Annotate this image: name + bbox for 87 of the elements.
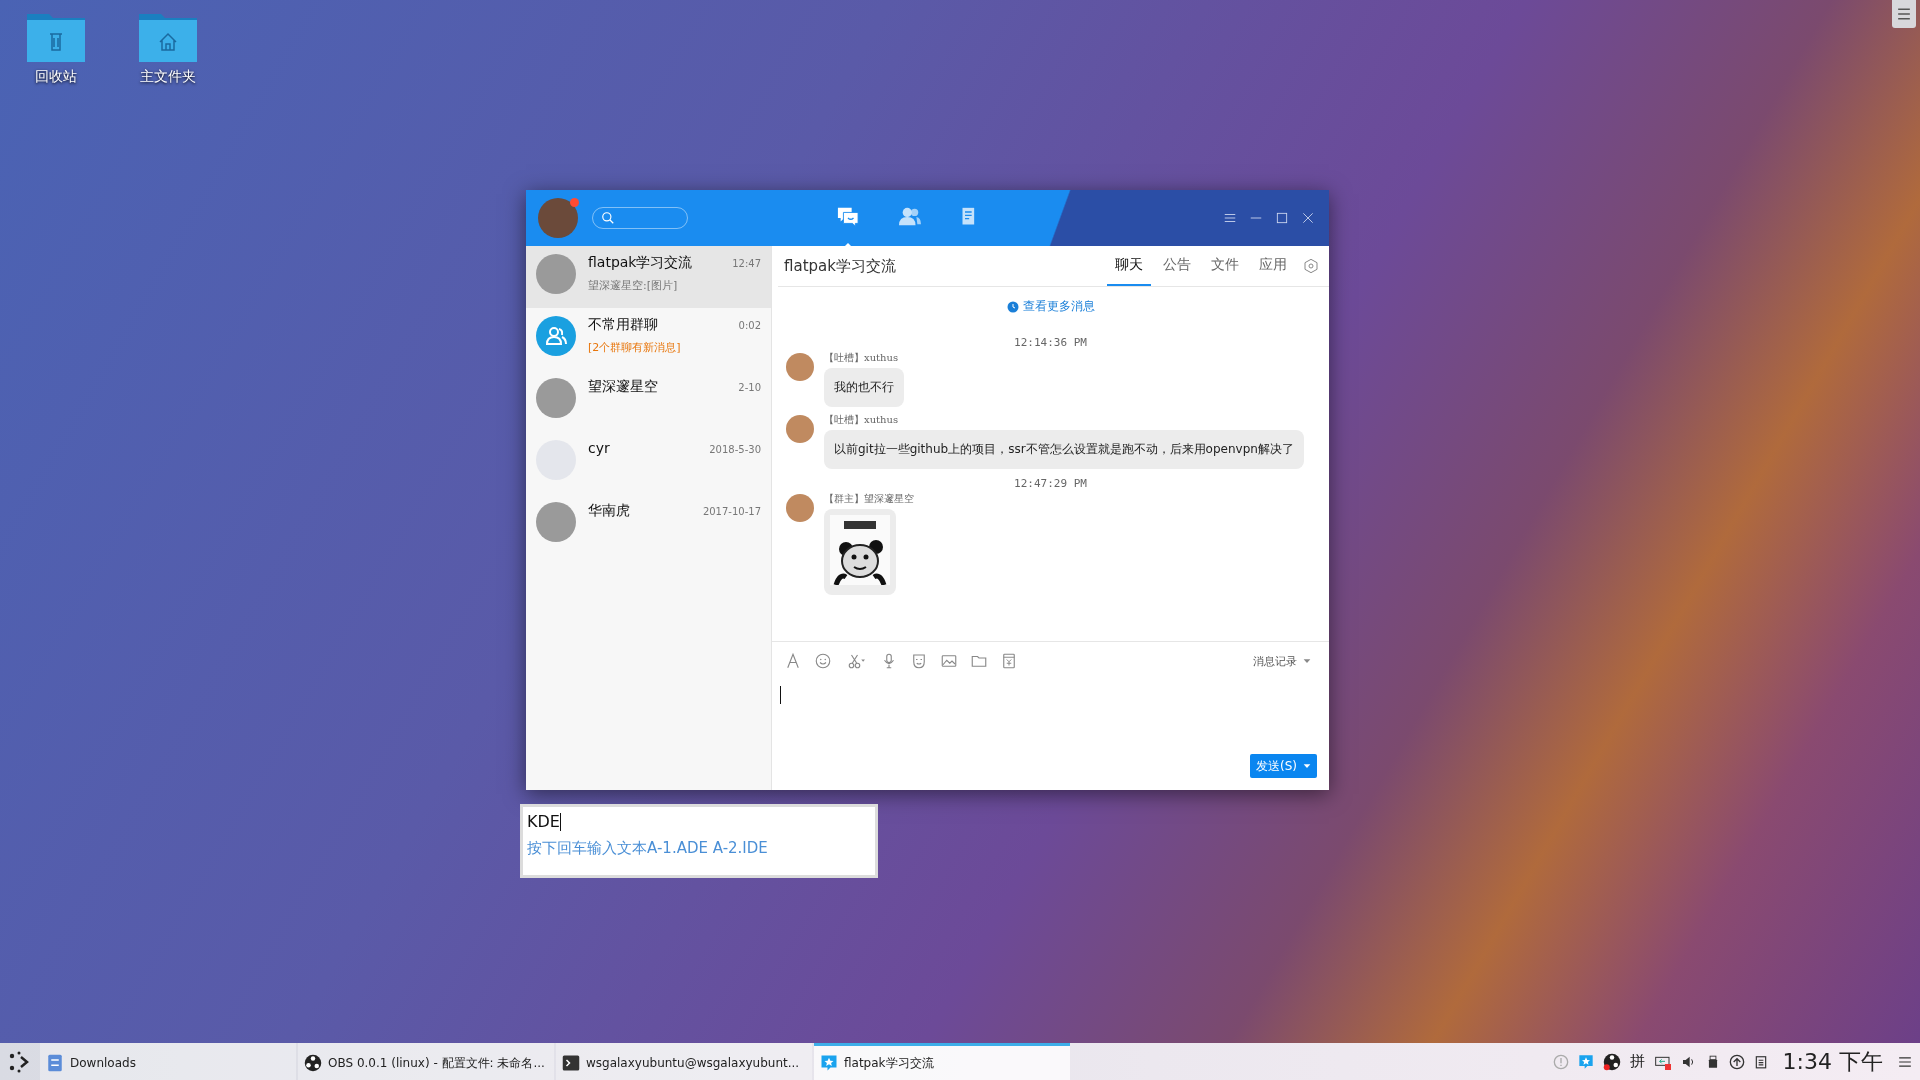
chat-tab[interactable]: 文件 bbox=[1203, 246, 1247, 286]
conversation-time: 2018-5-30 bbox=[709, 444, 761, 455]
avatar-placeholder bbox=[786, 353, 814, 381]
file-cabinet-icon bbox=[46, 1054, 64, 1072]
message-bubble: 我的也不行 bbox=[824, 368, 904, 407]
chat-bubble-icon bbox=[836, 205, 860, 228]
group-avatar-icon bbox=[536, 316, 576, 356]
conversation-item[interactable]: 不常用群聊 0:02 [2个群聊有新消息] bbox=[526, 308, 771, 370]
conversation-preview: [2个群聊有新消息] bbox=[588, 340, 682, 355]
input-method-indicator[interactable]: 拼 bbox=[1629, 1052, 1645, 1071]
emoji-icon bbox=[814, 652, 832, 670]
photo-placeholder bbox=[536, 502, 576, 542]
chat-tab[interactable]: 聊天 bbox=[1107, 246, 1151, 286]
conversation-item[interactable]: 望深邃星空 2-10 bbox=[526, 370, 771, 432]
menu-icon bbox=[1223, 211, 1237, 225]
conversation-name: 望深邃星空 bbox=[588, 378, 658, 396]
trash-folder-icon[interactable] bbox=[27, 12, 85, 62]
taskbar-task[interactable]: flatpak学习交流 bbox=[814, 1043, 1070, 1080]
desktop-icon-label[interactable]: 回收站 bbox=[35, 68, 77, 86]
envelope-icon bbox=[1000, 652, 1018, 670]
taskbar-task[interactable]: Downloads bbox=[40, 1043, 296, 1080]
photo-placeholder bbox=[536, 378, 576, 418]
conversation-name: cyr bbox=[588, 440, 610, 456]
star-bubble-icon[interactable] bbox=[1577, 1053, 1594, 1070]
obs-icon[interactable] bbox=[1602, 1052, 1621, 1071]
update-icon[interactable] bbox=[1728, 1053, 1745, 1070]
clock-icon bbox=[1006, 300, 1019, 313]
star-bubble-icon bbox=[820, 1054, 838, 1072]
menu-icon bbox=[1897, 7, 1911, 21]
emoji-button[interactable] bbox=[814, 652, 832, 670]
message-bubble: 以前git拉一些github上的项目，ssr不管怎么设置就是跑不动，后来用openvpn解决了 bbox=[824, 430, 1304, 469]
taskbar-task[interactable]: wsgalaxyubuntu@wsgalaxyubunt... bbox=[556, 1043, 812, 1080]
message-timestamp: 12:14:36 PM bbox=[1014, 336, 1087, 349]
font-button[interactable] bbox=[784, 652, 802, 670]
caret-icon bbox=[1303, 657, 1311, 665]
avatar-placeholder bbox=[786, 415, 814, 443]
font-icon bbox=[784, 652, 802, 670]
chat-tab[interactable]: 应用 bbox=[1251, 246, 1295, 286]
conversation-item[interactable]: 华南虎 2017-10-17 bbox=[526, 494, 771, 556]
conversation-name: 不常用群聊 bbox=[588, 316, 658, 334]
notification-icon[interactable] bbox=[1552, 1053, 1569, 1070]
envelope-button[interactable] bbox=[1000, 652, 1018, 670]
contacts-icon bbox=[898, 205, 922, 228]
sender-name: 【吐槽】xuthus bbox=[824, 413, 899, 427]
terminal-icon bbox=[562, 1054, 580, 1072]
conversation-time: 2017-10-17 bbox=[702, 506, 761, 517]
sender-name: 【群主】望深邃星空 bbox=[824, 492, 914, 506]
home-folder-icon[interactable] bbox=[139, 12, 197, 62]
photo-placeholder bbox=[536, 254, 576, 294]
conversation-time: 2-10 bbox=[738, 382, 761, 393]
conversation-time: 0:02 bbox=[738, 320, 761, 331]
image-button[interactable] bbox=[940, 652, 958, 670]
avatar-placeholder bbox=[786, 494, 814, 522]
obs-icon bbox=[304, 1054, 322, 1072]
chat-title: flatpak学习交流 bbox=[784, 256, 896, 276]
clock[interactable]: 1:34 下午 bbox=[1782, 1046, 1883, 1077]
search-icon bbox=[601, 211, 615, 225]
message-history-button[interactable]: 消息记录 bbox=[1247, 652, 1317, 670]
text-cursor bbox=[780, 686, 781, 704]
more-messages-link[interactable]: 查看更多消息 bbox=[1000, 297, 1101, 316]
maximize-icon bbox=[1275, 211, 1289, 225]
clipboard-icon[interactable] bbox=[1753, 1053, 1768, 1070]
conversation-name: 华南虎 bbox=[588, 502, 630, 520]
menu-icon[interactable] bbox=[1898, 1054, 1912, 1069]
sender-name: 【吐槽】xuthus bbox=[824, 351, 899, 365]
conversation-name: flatpak学习交流 bbox=[588, 254, 693, 272]
chat-tab[interactable]: 公告 bbox=[1155, 246, 1199, 286]
candidate-hint: 按下回车输入文本A-1.ADE A-2.IDE bbox=[527, 839, 769, 858]
conversation-preview: 望深邃星空:[图片] bbox=[588, 278, 679, 293]
conversation-item[interactable]: flatpak学习交流 12:47 望深邃星空:[图片] bbox=[526, 246, 771, 308]
mask-button[interactable] bbox=[910, 652, 928, 670]
conversation-time: 12:47 bbox=[732, 258, 761, 269]
send-button[interactable]: 发送(S) bbox=[1250, 754, 1317, 778]
taskbar-task[interactable]: OBS 0.0.1 (linux) - 配置文件: 未命名... bbox=[298, 1043, 554, 1080]
launcher-icon bbox=[7, 1049, 31, 1074]
preedit-text: KDE bbox=[527, 813, 561, 831]
conversation-item[interactable]: cyr 2018-5-30 bbox=[526, 432, 771, 494]
mask-icon bbox=[910, 652, 928, 670]
caret-icon bbox=[1303, 762, 1311, 770]
settings-icon bbox=[1303, 258, 1319, 274]
desktop-icon-label[interactable]: 主文件夹 bbox=[140, 68, 196, 86]
desktop-toolbox-button[interactable] bbox=[1892, 0, 1916, 28]
message-timestamp: 12:47:29 PM bbox=[1014, 477, 1087, 490]
profile-photo-placeholder[interactable] bbox=[538, 198, 578, 238]
panda-sticker-drawing bbox=[830, 515, 890, 585]
image-icon bbox=[940, 652, 958, 670]
close-icon bbox=[1301, 211, 1315, 225]
